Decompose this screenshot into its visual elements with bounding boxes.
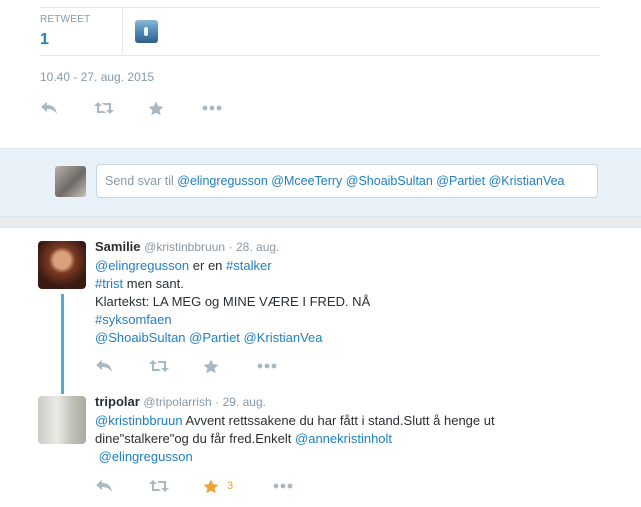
text-fragment: Avvent rettssakene du har fått i stand.S… <box>182 413 495 428</box>
text-fragment: er en <box>189 258 227 273</box>
retweet-icon <box>94 102 114 114</box>
reply-tweet[interactable]: tripolar @tripolarrish · 29. aug. @krist… <box>95 394 615 466</box>
star-icon <box>148 101 164 115</box>
stat-separator <box>122 8 123 54</box>
tweet-text: @kristinbbruun Avvent rettssakene du har… <box>95 412 615 466</box>
avatar[interactable] <box>38 396 86 444</box>
mention-link[interactable]: @elingregusson <box>99 449 193 464</box>
reply-button[interactable] <box>95 476 149 496</box>
retweet-stat[interactable]: RETWEET 1 <box>40 14 90 49</box>
thread-line <box>61 294 64 394</box>
user-name[interactable]: Samilie <box>95 239 141 254</box>
mention-link[interactable]: @elingregusson <box>95 258 189 273</box>
avatar[interactable] <box>38 241 86 289</box>
favorite-button[interactable]: 3 <box>203 476 273 496</box>
retweet-button[interactable] <box>149 476 203 496</box>
hashtag-link[interactable]: #trist <box>95 276 123 291</box>
user-handle[interactable]: @tripolarrish <box>143 395 211 409</box>
retweet-label: RETWEET <box>40 14 91 25</box>
tweet-actions <box>40 98 256 118</box>
retweet-button[interactable] <box>94 98 148 118</box>
more-dots-icon <box>257 363 277 369</box>
more-button[interactable] <box>257 356 311 376</box>
favorite-button[interactable] <box>203 356 257 376</box>
more-dots-icon <box>202 105 222 111</box>
reply-button[interactable] <box>40 98 94 118</box>
more-dots-icon <box>273 483 293 489</box>
star-icon <box>203 479 219 493</box>
tweet-date[interactable]: · 29. aug. <box>215 395 266 409</box>
mention-link[interactable]: @annekristinholt <box>295 431 392 446</box>
star-icon <box>203 359 219 373</box>
tweet-actions <box>95 356 311 376</box>
text-fragment: Klartekst: LA MEG og MINE VÆRE I FRED. N… <box>95 294 371 309</box>
reply-mentions: @elingregusson @MceeTerry @ShoaibSultan … <box>177 174 565 188</box>
reply-prefix: Send svar til <box>105 174 174 188</box>
favorite-button[interactable] <box>148 98 202 118</box>
retweet-icon <box>149 480 169 492</box>
divider <box>40 7 600 8</box>
tweet-actions: 3 <box>95 476 327 496</box>
tweet-detail-card: RETWEET 1 10.40 - 27. aug. 2015 <box>0 0 641 148</box>
divider <box>40 55 600 56</box>
user-handle[interactable]: @kristinbbruun <box>144 240 225 254</box>
mention-links[interactable]: @ShoaibSultan @Partiet @KristianVea <box>95 330 323 345</box>
more-button[interactable] <box>273 476 327 496</box>
favorite-count[interactable]: 3 <box>227 480 233 492</box>
text-fragment: men sant. <box>123 276 184 291</box>
retweeter-avatar[interactable] <box>135 20 158 43</box>
tweet-date[interactable]: · 28. aug. <box>229 240 280 254</box>
tweet-header: tripolar @tripolarrish · 29. aug. <box>95 394 615 409</box>
reply-button[interactable] <box>95 356 149 376</box>
tweet-timestamp[interactable]: 10.40 - 27. aug. 2015 <box>40 70 154 84</box>
hashtag-link[interactable]: #syksomfaen <box>95 312 172 327</box>
mention-link[interactable]: @kristinbbruun <box>95 413 183 428</box>
retweet-button[interactable] <box>149 356 203 376</box>
reply-icon <box>41 102 57 114</box>
more-button[interactable] <box>202 98 256 118</box>
tweet-header: Samilie @kristinbbruun · 28. aug. <box>95 239 615 254</box>
hashtag-link[interactable]: #stalker <box>226 258 272 273</box>
tweet-page: RETWEET 1 10.40 - 27. aug. 2015 Send sva… <box>0 0 641 507</box>
reply-icon <box>96 480 112 492</box>
reply-tweet[interactable]: Samilie @kristinbbruun · 28. aug. @eling… <box>95 239 615 347</box>
retweet-icon <box>149 360 169 372</box>
reply-input[interactable]: Send svar til @elingregusson @MceeTerry … <box>96 164 598 198</box>
reply-bar: Send svar til @elingregusson @MceeTerry … <box>0 148 641 217</box>
tweet-text: @elingregusson er en #stalker #trist men… <box>95 257 615 347</box>
retweet-count[interactable]: 1 <box>40 31 90 49</box>
conversation-card: Samilie @kristinbbruun · 28. aug. @eling… <box>0 227 641 507</box>
user-name[interactable]: tripolar <box>95 394 140 409</box>
text-fragment: dine"stalkere"og du får fred.Enkelt <box>95 431 296 446</box>
reply-icon <box>96 360 112 372</box>
current-user-avatar <box>55 166 86 197</box>
